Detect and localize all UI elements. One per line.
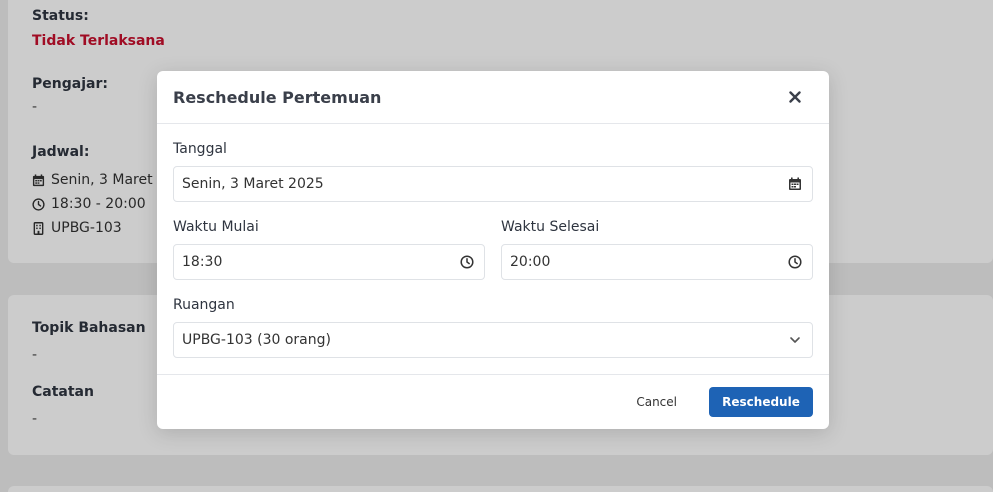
- waktu-selesai-value: 20:00: [510, 254, 551, 270]
- clock-icon[interactable]: [460, 255, 474, 269]
- reschedule-button[interactable]: Reschedule: [709, 387, 813, 417]
- waktu-selesai-input[interactable]: 20:00: [501, 244, 813, 280]
- cancel-button[interactable]: Cancel: [636, 395, 677, 409]
- waktu-selesai-label: Waktu Selesai: [501, 219, 600, 235]
- calendar-icon[interactable]: [788, 177, 802, 191]
- modal-title: Reschedule Pertemuan: [173, 87, 382, 107]
- reschedule-modal: Reschedule Pertemuan Tanggal Senin, 3 Ma…: [157, 71, 829, 429]
- close-button[interactable]: [785, 87, 805, 107]
- modal-body: Tanggal Senin, 3 Maret 2025 Waktu Mulai …: [157, 124, 829, 374]
- clock-icon[interactable]: [788, 255, 802, 269]
- chevron-down-icon: [790, 337, 800, 343]
- waktu-mulai-value: 18:30: [182, 254, 223, 270]
- ruangan-label: Ruangan: [173, 297, 235, 313]
- close-icon: [789, 91, 801, 103]
- waktu-mulai-input[interactable]: 18:30: [173, 244, 485, 280]
- modal-footer: Cancel Reschedule: [157, 374, 829, 429]
- tanggal-value: Senin, 3 Maret 2025: [182, 176, 324, 192]
- ruangan-value: UPBG-103 (30 orang): [182, 332, 331, 348]
- waktu-mulai-label: Waktu Mulai: [173, 219, 259, 235]
- modal-header: Reschedule Pertemuan: [157, 71, 829, 124]
- tanggal-label: Tanggal: [173, 141, 227, 157]
- ruangan-select[interactable]: UPBG-103 (30 orang): [173, 322, 813, 358]
- tanggal-date-input[interactable]: Senin, 3 Maret 2025: [173, 166, 813, 202]
